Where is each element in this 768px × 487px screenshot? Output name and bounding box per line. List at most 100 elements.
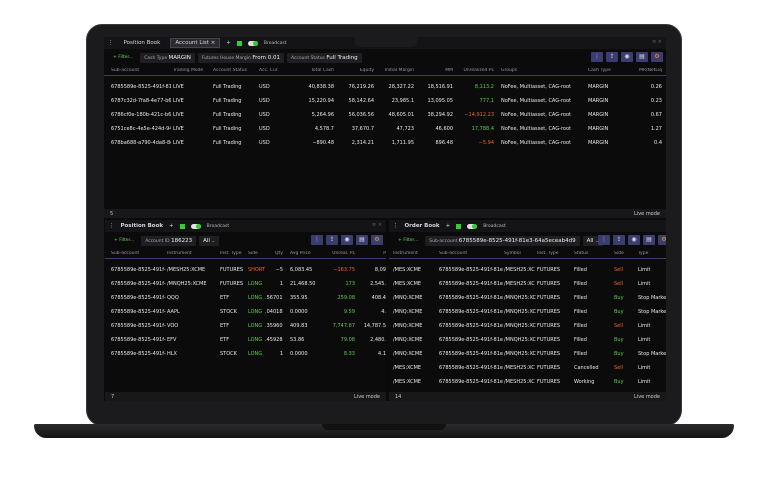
column-header[interactable]: Sub-account [111,251,166,256]
column-header[interactable]: P [360,251,386,256]
column-header[interactable]: Sub-account [439,251,503,256]
account-id-field[interactable]: Account ID 186223 [141,235,197,246]
table-cell: 6785589e-8525-491f-81e3- [439,309,503,315]
filter-button[interactable]: + Filter... [394,238,422,243]
add-tab-icon[interactable]: + [446,223,451,229]
drag-handle-icon[interactable]: ⋮ [393,223,399,229]
calculator-button[interactable]: ▤ [636,52,648,62]
column-header[interactable]: Initial Margin [374,68,414,73]
table-row[interactable]: 6785589e-8525-491f-81e3VOOETFLONG.359601… [105,319,386,333]
table-row[interactable]: 6751ce8c-4e5e-424d-943 LIVE Full Trading US… [104,122,666,136]
settings-button[interactable]: ⚙ [371,235,383,245]
eye-button[interactable]: ◉ [341,235,353,245]
column-header[interactable]: Unreal. PL [320,251,355,256]
column-header[interactable]: Trading Mode [173,68,211,73]
add-tab-icon[interactable]: + [169,223,174,229]
filter-button[interactable]: + Filter... [110,238,138,243]
sub-account-field[interactable]: Sub-account 6785589e-8525-491f-81e3-64a5… [425,235,580,246]
column-header[interactable]: MM [414,68,453,73]
tab-position-book[interactable]: Position Book [120,39,165,47]
table-cell: /MESH25:XC [504,365,535,371]
table-row[interactable]: /MNQ:XCME 6785589e-8525-491f-81e3-/MNQH25… [389,319,666,333]
table-cell: 0.23 [650,98,662,104]
table-cell: 38,294.92 [427,112,453,118]
column-header[interactable]: Symbol [504,251,536,256]
table-row[interactable]: 678ba688-a790-4da8-8c1 LIVE Full Trading US… [104,136,666,150]
drag-handle-icon[interactable]: ⋮ [108,40,114,46]
field-label: Sub-account [429,238,458,244]
window-controls-icon[interactable]: ≡ × [652,39,662,45]
column-header[interactable]: Sub-account [111,68,171,73]
filter-chip-account-status[interactable]: Account Status Full Trading [286,52,362,63]
tab-account-list[interactable]: Account List × [170,38,221,48]
column-header[interactable]: Total Cash [294,68,334,73]
table-row[interactable]: 6785589e-8525-491f-81e3/MNQH25:XCME FUTUR… [105,277,386,291]
table-row[interactable]: /MNQ:XCME 6785589e-8525-491f-81e3-/MNQH25… [389,333,666,347]
toolbar: ⋮ ⇪ ◉ ▤ ⚙ [311,235,383,245]
filter-chip-futures-margin[interactable]: Futures House Margin From 0.01 [197,52,284,63]
column-header[interactable]: Groups [501,68,586,73]
column-header[interactable]: Qty [265,251,283,256]
broadcast-toggle[interactable] [247,40,258,46]
export-button[interactable]: ⇪ [613,235,625,245]
column-header[interactable]: Inst. Type [537,251,573,256]
table-row[interactable]: /MES:XCME 6785589e-8525-491f-81e3-/MESH25… [389,375,666,389]
table-cell: 6787c32d-7fa8-4e77-b6c [111,98,171,104]
more-vertical-button[interactable]: ⋮ [311,235,323,245]
link-color-indicator[interactable] [456,223,462,229]
column-header[interactable]: Account Status [213,68,257,73]
more-vertical-button[interactable]: ⋮ [591,52,603,62]
link-color-indicator[interactable] [236,40,242,46]
broadcast-toggle[interactable] [467,223,478,229]
table-row[interactable]: /MNQ:XCME 6785589e-8525-491f-81e3-/MNQH25… [389,291,666,305]
column-header[interactable]: Instrument [167,251,219,256]
column-header[interactable]: Acc. Cur. [259,68,289,73]
column-header[interactable]: Side [614,251,636,256]
eye-button[interactable]: ◉ [628,235,640,245]
table-row[interactable]: 6785589e-8525-491f-81e3AAPLSTOCKLONG.040… [105,305,386,319]
table-row[interactable]: /MES:XCME 6785589e-8525-491f-81e3-/MESH25… [389,277,666,291]
add-tab-icon[interactable]: + [226,40,231,46]
export-button[interactable]: ⇪ [326,235,338,245]
table-row[interactable]: 6785589e-8525-491f-81e3/MESH25:XCME FUTUR… [105,263,386,277]
table-row[interactable]: /MNQ:XCME 6785589e-8525-491f-81e3-/MNQH25… [389,305,666,319]
calculator-button[interactable]: ▤ [356,235,368,245]
settings-button[interactable]: ⚙ [658,235,666,245]
broadcast-toggle[interactable] [190,223,201,229]
column-header[interactable]: Type [638,251,666,256]
table-cell: /MESH25:XC [504,267,535,273]
column-header[interactable]: MR/NetLiq [624,68,662,73]
column-header[interactable]: Inst. Type [220,251,247,256]
column-header[interactable]: Cash Type [588,68,628,73]
table-row[interactable]: /MES:XCME 6785589e-8525-491f-81e3-/MESH25… [389,361,666,375]
link-color-indicator[interactable] [179,223,185,229]
table-row[interactable]: /MNQ:XCME 6785589e-8525-491f-81e3-/MNQH25… [389,347,666,361]
account-select[interactable]: All ⌄ [199,235,220,246]
table-row[interactable]: 6787c32d-7fa8-4e77-b6c LIVE Full Trading US… [104,94,666,108]
window-controls-icon[interactable]: ≡ × [372,222,382,228]
table-row[interactable]: 6785589e-8525-491f-81e3EFVETFLONG.459283… [105,333,386,347]
column-header[interactable]: Unrealized PL [456,68,494,73]
column-header[interactable]: Status [574,251,612,256]
table-cell: VOO [167,323,179,329]
table-cell: −5 [275,267,283,273]
more-vertical-button[interactable]: ⋮ [598,235,610,245]
table-row[interactable]: 6785589e-8525-491f-81e3QQQETFLONG.567017… [105,291,386,305]
table-row[interactable]: 6785589e-8525-491f-81e3LIVE Full Trading U… [104,80,666,94]
column-header[interactable]: Instrument [393,251,437,256]
table-row[interactable]: 6785589e-8525-491f-81e3HLXSTOCKLONG10.00… [105,347,386,361]
export-button[interactable]: ⇪ [606,52,618,62]
filter-button[interactable]: + Filter... [109,55,137,60]
table-row[interactable]: /MES:XCME 6785589e-8525-491f-81e3-/MESH25… [389,263,666,277]
drag-handle-icon[interactable]: ⋮ [109,223,115,229]
settings-button[interactable]: ⚙ [651,52,663,62]
close-icon[interactable]: × [211,40,216,46]
account-list-panel: ⋮ Position Book Account List × + Broadca… [104,37,666,218]
eye-button[interactable]: ◉ [621,52,633,62]
table-cell: USD [259,84,270,90]
filter-chip-cash-type[interactable]: Cash Type MARGIN [140,52,195,63]
calculator-button[interactable]: ▤ [643,235,655,245]
table-row[interactable]: 6786cf0e-180b-421c-b61 LIVE Full Trading US… [104,108,666,122]
column-header[interactable]: Equity [334,68,374,73]
table-cell: 4. [381,309,386,315]
